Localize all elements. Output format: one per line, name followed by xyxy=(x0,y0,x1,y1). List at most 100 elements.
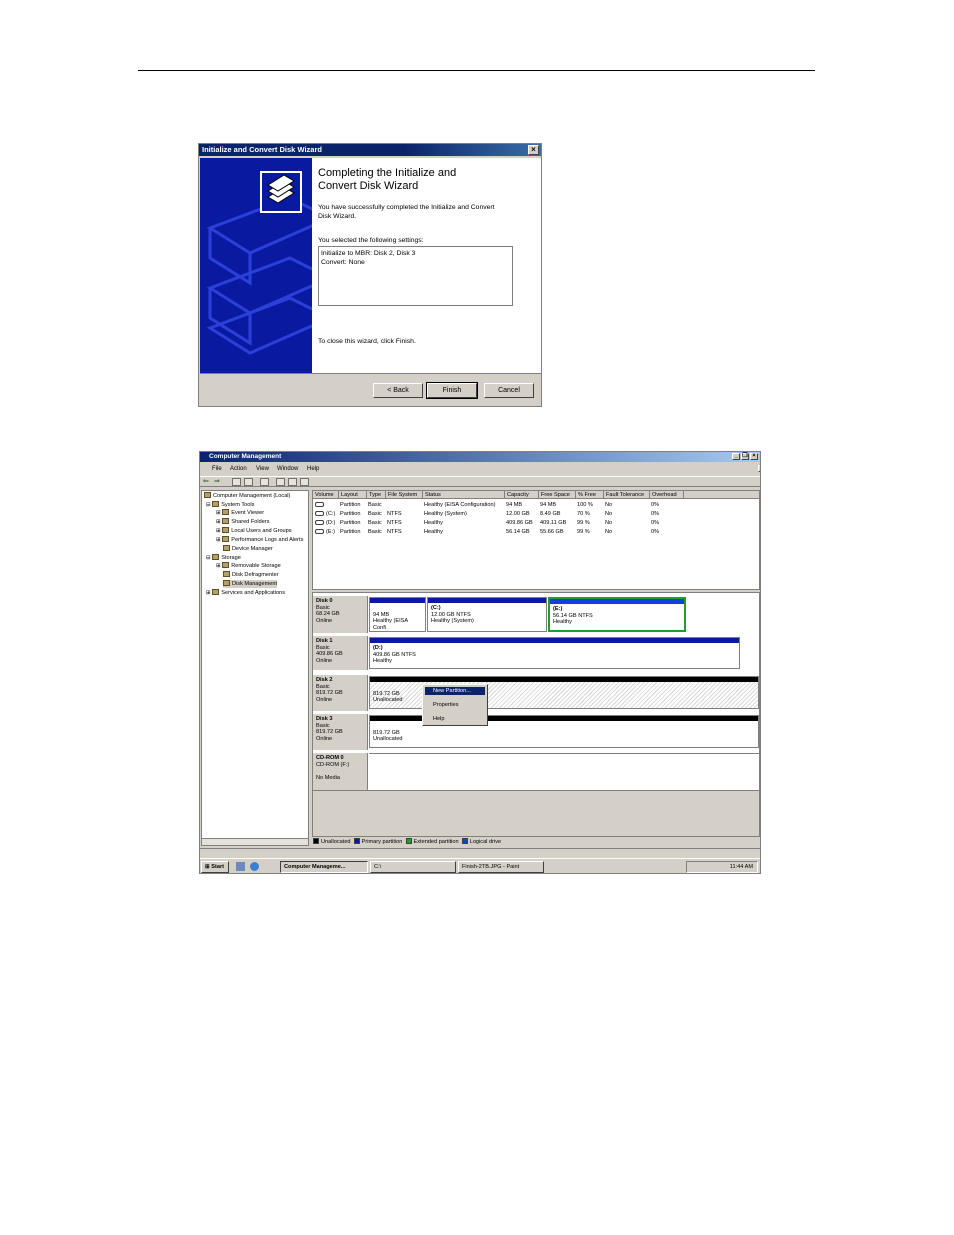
tree-item-removable-storage[interactable]: ⊞ Removable Storage xyxy=(216,562,281,570)
volume-cell: No xyxy=(605,511,613,517)
quick-launch-ie-icon[interactable] xyxy=(250,862,259,871)
context-menu: New Partition... Properties Help xyxy=(422,684,488,726)
disk-0-partition-eisa[interactable]: 94 MB Healthy (EISA Confi xyxy=(369,597,426,632)
volume-cell: Partition xyxy=(340,511,361,517)
menu-item-properties[interactable]: Properties xyxy=(425,701,485,709)
col-fault-tolerance[interactable]: Fault Tolerance xyxy=(604,491,650,499)
tree-item-event-viewer[interactable]: ⊞ Event Viewer xyxy=(216,509,264,517)
wizard-titlebar: Initialize and Convert Disk Wizard × xyxy=(199,144,541,156)
finish-button[interactable]: Finish xyxy=(426,382,478,399)
up-folder-icon[interactable] xyxy=(232,478,241,486)
minimize-icon[interactable]: _ xyxy=(732,453,740,460)
volume-cell: No xyxy=(605,502,613,508)
help-icon[interactable] xyxy=(260,478,269,486)
tree-item-shared-folders[interactable]: ⊞ Shared Folders xyxy=(216,518,270,526)
tree-item-device-manager[interactable]: Device Manager xyxy=(223,545,273,553)
col-free-space[interactable]: Free Space xyxy=(539,491,576,499)
show-tree-icon[interactable] xyxy=(244,478,253,486)
col-status[interactable]: Status xyxy=(423,491,505,499)
restore-icon[interactable]: ❐ xyxy=(741,453,749,460)
status-bar xyxy=(200,848,760,856)
services-icon xyxy=(212,589,220,595)
computer-management-window: Computer Management _ ❐ × File Action Vi… xyxy=(199,451,761,874)
col-capacity[interactable]: Capacity xyxy=(505,491,539,499)
col-overhead[interactable]: Overhead xyxy=(650,491,684,499)
start-button[interactable]: ⊞ Start xyxy=(201,861,229,873)
tree-item-performance-logs[interactable]: ⊞ Performance Logs and Alerts xyxy=(216,536,303,544)
tools-icon xyxy=(212,501,220,507)
volume-cell: 100 % xyxy=(577,502,593,508)
back-arrow-icon[interactable]: ⇐ xyxy=(203,478,212,486)
wizard-window: Initialize and Convert Disk Wizard × Com… xyxy=(198,143,542,407)
system-tray: 11:44 AM xyxy=(686,861,758,873)
disk-3-label[interactable]: Disk 3 Basic 819.72 GB Online xyxy=(313,714,368,750)
clock[interactable]: 11:44 AM xyxy=(730,864,753,870)
disk-2-label[interactable]: Disk 2 Basic 819.72 GB Online xyxy=(313,675,368,711)
menu-help[interactable]: Help xyxy=(307,464,319,474)
menu-file[interactable]: File xyxy=(212,464,222,474)
tree-item-storage[interactable]: ⊟ Storage xyxy=(206,554,241,562)
refresh-icon[interactable] xyxy=(300,478,309,486)
menu-view[interactable]: View xyxy=(256,464,269,474)
col-percent-free[interactable]: % Free xyxy=(576,491,604,499)
taskbar-item-computer-management[interactable]: Computer Manageme... xyxy=(280,861,368,873)
tree-item-local-users[interactable]: ⊞ Local Users and Groups xyxy=(216,527,292,535)
quick-launch-desktop-icon[interactable] xyxy=(236,862,245,871)
tree-horizontal-scrollbar[interactable] xyxy=(201,838,309,846)
volume-cell: Healthy xyxy=(424,520,443,526)
volume-cell: NTFS xyxy=(387,511,402,517)
cm-title: Computer Management xyxy=(209,453,282,460)
close-icon[interactable]: × xyxy=(528,145,539,155)
back-button[interactable]: < Back xyxy=(373,383,423,398)
taskbar-item-folder[interactable]: C:\ xyxy=(370,861,456,873)
col-filler xyxy=(684,491,759,499)
properties-icon[interactable] xyxy=(288,478,297,486)
settings-box[interactable]: Initialize to MBR: Disk 2, Disk 3 Conver… xyxy=(318,246,513,306)
volume-cell: 0% xyxy=(651,520,660,526)
disk-1-partition-d[interactable]: (D:) 409.86 GB NTFS Healthy xyxy=(369,637,740,669)
close-icon[interactable]: × xyxy=(750,453,758,460)
tree-item-system-tools[interactable]: ⊟ System Tools xyxy=(206,501,254,509)
volume-cell: 94 MB xyxy=(540,502,557,508)
windows-logo-icon: ⊞ xyxy=(205,864,210,870)
menu-action[interactable]: Action xyxy=(230,464,247,474)
tree-item-services-applications[interactable]: ⊞ Services and Applications xyxy=(206,589,285,597)
drive-icon xyxy=(315,511,324,516)
tree-item-disk-defragmenter[interactable]: Disk Defragmenter xyxy=(223,571,279,579)
legend-swatch-logical xyxy=(461,838,468,844)
col-file-system[interactable]: File System xyxy=(386,491,423,499)
col-volume[interactable]: Volume xyxy=(313,491,339,499)
tree-item-computer-management[interactable]: Computer Management (Local) xyxy=(204,492,290,500)
disk-management-icon xyxy=(223,580,230,586)
volume-cell: 0% xyxy=(651,502,660,508)
cdrom-0-label[interactable]: CD-ROM 0 CD-ROM (F:) No Media xyxy=(313,753,368,790)
legend: Unallocated Primary partition Extended p… xyxy=(313,838,501,846)
menu-item-help[interactable]: Help xyxy=(425,715,485,723)
taskbar-item-paint[interactable]: Finish-2TB.JPG - Paint xyxy=(458,861,544,873)
disk-0-partition-c[interactable]: (C:) 12.00 GB NTFS Healthy (System) xyxy=(427,597,547,632)
console-tree: Computer Management (Local) ⊟ System Too… xyxy=(201,490,309,840)
disk-0-partition-e[interactable]: (E:) 56.14 GB NTFS Healthy xyxy=(548,597,686,632)
wizard-side-banner xyxy=(200,158,312,373)
volume-cell: 0% xyxy=(651,529,660,535)
col-type[interactable]: Type xyxy=(367,491,386,499)
menu-item-new-partition[interactable]: New Partition... xyxy=(425,687,485,695)
removable-storage-icon xyxy=(222,562,230,568)
wizard-content: Completing the Initialize and Convert Di… xyxy=(312,158,541,373)
child-close-icon[interactable]: × xyxy=(758,465,760,472)
volume-cell: 8.49 GB xyxy=(540,511,561,517)
legend-swatch-unallocated xyxy=(313,838,319,844)
export-icon[interactable] xyxy=(276,478,285,486)
col-layout[interactable]: Layout xyxy=(339,491,367,499)
cancel-button[interactable]: Cancel xyxy=(484,383,534,398)
disk-0-label[interactable]: Disk 0 Basic 68.24 GB Online xyxy=(313,596,368,633)
performance-icon xyxy=(222,536,230,542)
disk-1-label[interactable]: Disk 1 Basic 409.86 GB Online xyxy=(313,636,368,670)
volume-cell: Partition xyxy=(340,529,361,535)
drive-icon xyxy=(315,502,324,507)
forward-arrow-icon[interactable]: ⇒ xyxy=(214,478,223,486)
cdrom-0-area xyxy=(369,753,759,790)
wizard-icon xyxy=(260,171,302,213)
menu-window[interactable]: Window xyxy=(277,464,298,474)
tree-item-disk-management[interactable]: Disk Management xyxy=(223,580,278,588)
